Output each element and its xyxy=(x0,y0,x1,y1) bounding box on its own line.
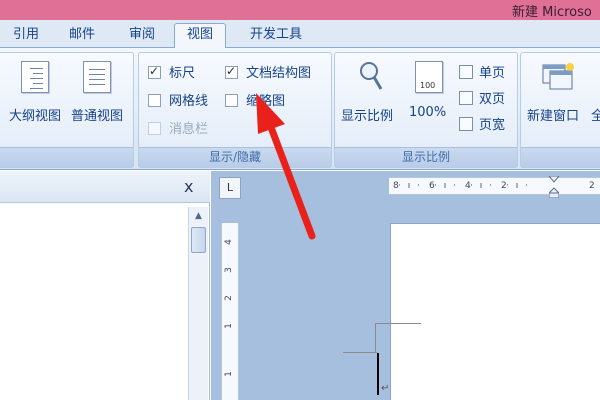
one-page-label: 单页 xyxy=(479,66,506,81)
zoom-100-label: 100% xyxy=(409,105,447,120)
title-bar: 新建 Microso xyxy=(0,0,600,20)
page-width-button[interactable]: 页宽 xyxy=(459,114,505,133)
one-page-button[interactable]: 单页 xyxy=(459,62,505,81)
document-map-checkbox[interactable]: 文档结构图 xyxy=(225,62,311,81)
ruler-checkbox[interactable]: 标尺 xyxy=(148,62,195,81)
ruler-tick: 3 xyxy=(223,267,234,273)
ruler-tick: 4 xyxy=(223,239,234,245)
ruler-minor-ticks: · ı · xyxy=(398,181,422,191)
document-map-pane: x ▲ xyxy=(0,171,210,400)
normal-view-icon xyxy=(83,61,111,93)
ruler-minor-ticks: · ı · xyxy=(434,181,458,191)
tab-mailings[interactable]: 邮件 xyxy=(62,24,102,48)
outline-view-icon xyxy=(21,61,49,93)
window-group: 新建窗口 全 xyxy=(520,52,600,168)
margin-corner-mark xyxy=(375,323,376,353)
normal-view-label: 普通视图 xyxy=(71,109,124,124)
page-100-icon: 100 xyxy=(415,61,443,93)
window-title: 新建 Microso xyxy=(512,5,592,20)
new-window-icon xyxy=(542,63,574,90)
message-bar-check-icon xyxy=(148,122,161,135)
thumbnails-checkbox[interactable]: 缩略图 xyxy=(225,90,285,109)
page-width-label: 页宽 xyxy=(479,118,506,133)
gridlines-label: 网格线 xyxy=(169,94,209,109)
outline-view-button[interactable]: 大纲视图 xyxy=(1,55,65,145)
document-map-check-icon xyxy=(225,64,238,79)
horizontal-ruler[interactable]: 8 · ı · 6 · ı · 4 · ı · 2 · ı · 2 xyxy=(389,176,600,198)
gridlines-check-icon xyxy=(148,94,161,107)
outline-view-label: 大纲视图 xyxy=(9,109,62,124)
pane-scrollbar[interactable]: ▲ xyxy=(188,207,208,400)
one-page-icon xyxy=(459,65,473,79)
document-map-pane-header: x xyxy=(0,171,210,203)
zoom-label: 显示比例 xyxy=(341,109,394,124)
paragraph-mark-icon: ↵ xyxy=(381,383,390,394)
document-page[interactable] xyxy=(390,223,600,400)
ruler-tick: 1 xyxy=(223,323,234,329)
document-area: L 8 · ı · 6 · ı · 4 · ı · 2 · ı · 2 4 3 … xyxy=(211,171,600,400)
ribbon: 大纲视图 普通视图 标尺 网格线 消息栏 文档结构图 缩略图 xyxy=(0,48,600,170)
close-pane-button[interactable]: x xyxy=(184,177,193,196)
document-views-group-label xyxy=(0,147,133,167)
page-width-icon xyxy=(459,117,473,131)
arrange-all-label: 全 xyxy=(591,109,600,124)
arrange-all-button[interactable]: 全 xyxy=(591,105,600,125)
tab-references[interactable]: 引用 xyxy=(6,24,46,48)
page-100-icon-text: 100 xyxy=(420,81,436,90)
message-bar-label: 消息栏 xyxy=(169,122,209,137)
ruler-check-icon xyxy=(148,64,161,79)
ruler-tick: 1 xyxy=(223,371,234,377)
ruler-tick: 2 xyxy=(589,181,595,191)
tab-developer[interactable]: 开发工具 xyxy=(240,24,312,48)
zoom-group: 显示比例 100 100% 单页 双页 页宽 显示比例 xyxy=(334,52,518,168)
ruler-minor-ticks: · ı · xyxy=(470,181,494,191)
margin-corner-mark xyxy=(375,323,421,324)
window-group-label xyxy=(521,147,600,167)
thumbnails-check-icon xyxy=(225,94,238,107)
show-hide-group-label: 显示/隐藏 xyxy=(139,147,331,167)
zoom-100-button[interactable]: 100 100% xyxy=(405,55,453,145)
normal-view-button[interactable]: 普通视图 xyxy=(69,55,133,145)
zoom-group-label: 显示比例 xyxy=(335,147,517,167)
ruler-label: 标尺 xyxy=(169,66,196,81)
tab-selector-button[interactable]: L xyxy=(219,177,241,199)
show-hide-group: 标尺 网格线 消息栏 文档结构图 缩略图 显示/隐藏 xyxy=(138,52,332,168)
ruler-minor-ticks: · ı · xyxy=(506,181,530,191)
scroll-up-arrow-icon[interactable]: ▲ xyxy=(191,209,206,223)
message-bar-checkbox: 消息栏 xyxy=(148,118,208,137)
zoom-button[interactable]: 显示比例 xyxy=(337,55,401,145)
text-cursor xyxy=(377,353,379,395)
new-window-button[interactable]: 新建窗口 xyxy=(523,55,589,145)
ruler-tick: 2 xyxy=(223,295,234,301)
document-map-label: 文档结构图 xyxy=(246,66,312,81)
two-pages-button[interactable]: 双页 xyxy=(459,88,505,107)
magnifier-icon xyxy=(360,62,383,90)
thumbnails-label: 缩略图 xyxy=(246,94,286,109)
tab-view[interactable]: 视图 xyxy=(174,23,226,49)
tab-review[interactable]: 审阅 xyxy=(122,24,162,48)
vertical-ruler[interactable]: 4 3 2 1 1 xyxy=(221,223,239,400)
indent-marker-icon[interactable] xyxy=(549,176,559,198)
two-pages-label: 双页 xyxy=(479,92,506,107)
two-pages-icon xyxy=(459,91,473,105)
gridlines-checkbox[interactable]: 网格线 xyxy=(148,90,208,109)
margin-corner-mark xyxy=(343,352,377,353)
new-window-label: 新建窗口 xyxy=(527,109,580,124)
scroll-thumb[interactable] xyxy=(191,227,206,253)
document-views-group: 大纲视图 普通视图 xyxy=(0,52,134,168)
ribbon-tab-bar: 引用 邮件 审阅 视图 开发工具 xyxy=(0,20,600,49)
